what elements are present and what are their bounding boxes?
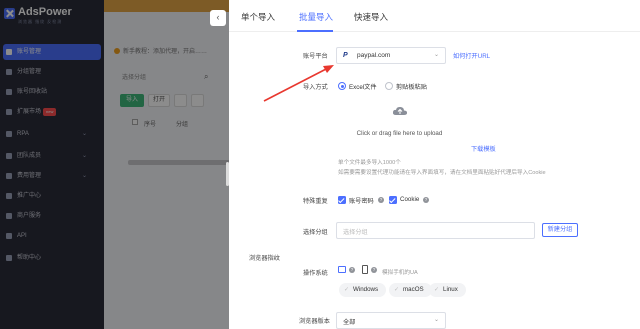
- upload-hint: 单个文件最多导入1000个: [338, 160, 401, 166]
- desktop-icon[interactable]: [338, 266, 346, 273]
- chevron-down-icon: ⌄: [433, 52, 439, 58]
- upload-instruction: Click or drag file here to upload: [356, 130, 443, 137]
- platform-select[interactable]: P paypal.com ⌄: [336, 47, 446, 64]
- import-drawer: 单个导入 批量导入 快速导入 账号平台 P paypal.com ⌄ 如何打开U…: [229, 0, 640, 329]
- browser-version-value: 全部: [343, 319, 356, 326]
- check-icon: ✓: [394, 287, 400, 293]
- checkbox-account-password-label: 账号密码: [349, 198, 374, 205]
- platform-label: 账号平台: [303, 53, 328, 60]
- tab-single-import[interactable]: 单个导入: [241, 11, 275, 23]
- browser-version-select[interactable]: 全部 ⌄: [336, 312, 446, 329]
- checkbox-account-password[interactable]: [338, 196, 346, 204]
- modal-overlay[interactable]: [0, 0, 229, 329]
- upload-hint: 如需要需要设置代理功能请在导入界面填写，请在文档里面粘贴好代理后导入Cookie: [338, 170, 546, 176]
- check-icon: ✓: [434, 287, 440, 293]
- import-method-label: 导入方式: [303, 84, 328, 91]
- paypal-icon: P: [343, 52, 348, 59]
- chevron-down-icon: ⌄: [433, 317, 439, 323]
- upload-dropzone[interactable]: Click or drag file here to upload: [338, 96, 461, 152]
- tab-bar: 单个导入 批量导入 快速导入: [229, 0, 640, 32]
- help-icon[interactable]: ?: [349, 267, 355, 273]
- help-icon[interactable]: ?: [378, 197, 384, 203]
- chevron-left-icon[interactable]: ‹: [210, 10, 226, 26]
- radio-excel-label: Excel文件: [349, 84, 377, 91]
- mobile-ua-hint: 模拟手机的UA: [382, 270, 418, 276]
- download-template-link[interactable]: 下载模板: [471, 144, 496, 153]
- group-placeholder: 选择分组: [343, 229, 368, 236]
- active-tab-indicator: [297, 30, 333, 32]
- os-option-macos[interactable]: ✓ macOS: [389, 283, 432, 297]
- cloud-upload-icon: [392, 106, 408, 115]
- help-icon[interactable]: ?: [423, 197, 429, 203]
- checkbox-cookie[interactable]: [389, 196, 397, 204]
- how-to-open-url-link[interactable]: 如何打开URL: [453, 51, 490, 60]
- os-option-windows[interactable]: ✓ Windows: [339, 283, 387, 297]
- new-group-button[interactable]: 新建分组: [542, 223, 578, 237]
- tab-batch-import[interactable]: 批量导入: [299, 11, 333, 23]
- group-select[interactable]: 选择分组: [336, 222, 535, 239]
- mobile-phone-icon[interactable]: [362, 265, 368, 274]
- radio-excel[interactable]: [338, 82, 346, 90]
- tab-quick-import[interactable]: 快速导入: [354, 11, 388, 23]
- duplicate-label: 特殊重复: [303, 198, 328, 205]
- os-option-linux[interactable]: ✓ Linux: [429, 283, 466, 297]
- browser-version-label: 浏览器版本: [299, 318, 330, 325]
- radio-clipboard[interactable]: [385, 82, 393, 90]
- check-icon: ✓: [344, 287, 350, 293]
- checkbox-cookie-label: Cookie: [400, 196, 420, 203]
- radio-clipboard-label: 剪贴板粘贴: [396, 84, 427, 91]
- os-label: 操作系统: [303, 270, 328, 277]
- group-label: 选择分组: [303, 229, 328, 236]
- browser-fingerprint-section-label: 浏览器指纹: [249, 255, 280, 262]
- platform-value: paypal.com: [357, 52, 391, 59]
- help-icon[interactable]: ?: [371, 267, 377, 273]
